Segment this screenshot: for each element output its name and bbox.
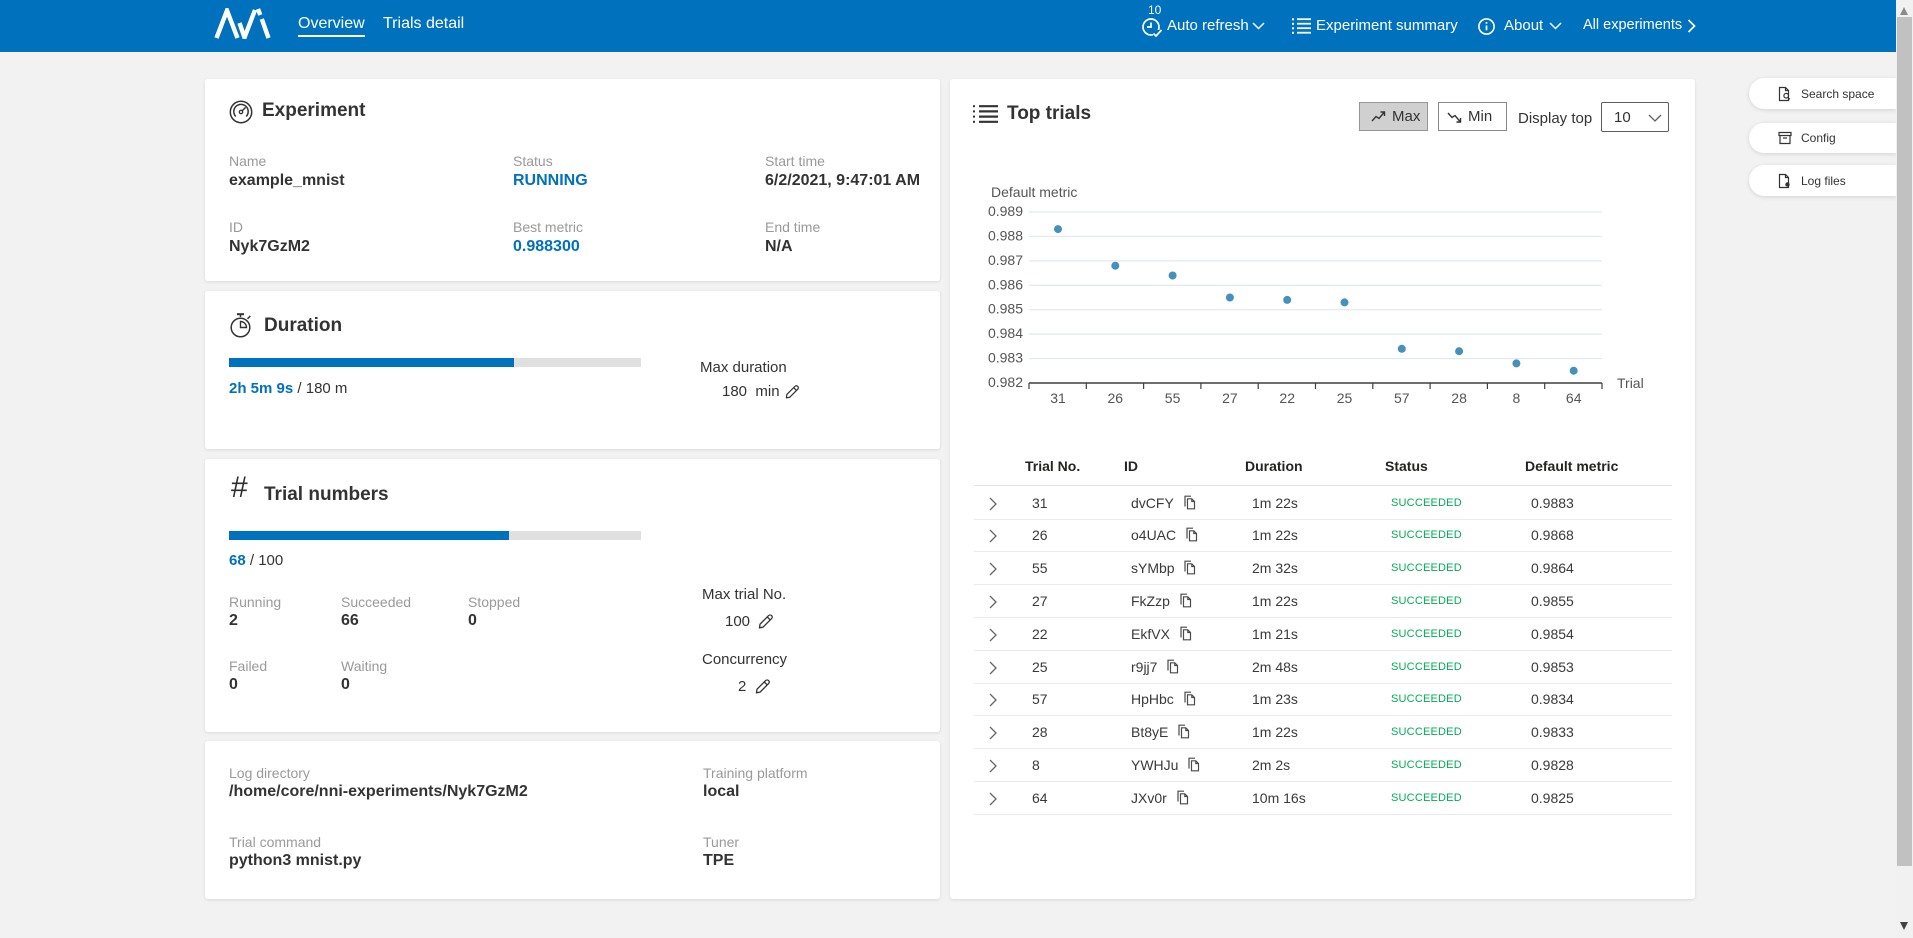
svg-text:25: 25 — [1337, 390, 1353, 406]
svg-text:27: 27 — [1222, 390, 1238, 406]
svg-text:0.982: 0.982 — [988, 374, 1023, 390]
svg-text:0.983: 0.983 — [988, 350, 1023, 366]
svg-text:0.988: 0.988 — [988, 227, 1023, 243]
svg-text:64: 64 — [1566, 390, 1582, 406]
svg-text:0.984: 0.984 — [988, 325, 1023, 341]
svg-text:8: 8 — [1513, 390, 1521, 406]
svg-text:55: 55 — [1165, 390, 1181, 406]
svg-text:0.985: 0.985 — [988, 301, 1023, 317]
svg-text:Default metric: Default metric — [991, 184, 1077, 200]
svg-text:57: 57 — [1394, 390, 1410, 406]
svg-text:0.989: 0.989 — [988, 203, 1023, 219]
svg-text:31: 31 — [1050, 390, 1066, 406]
svg-text:28: 28 — [1451, 390, 1467, 406]
svg-text:0.987: 0.987 — [988, 252, 1023, 268]
svg-text:22: 22 — [1279, 390, 1295, 406]
svg-text:0.986: 0.986 — [988, 276, 1023, 292]
svg-text:Trial: Trial — [1617, 375, 1644, 391]
svg-text:26: 26 — [1108, 390, 1124, 406]
